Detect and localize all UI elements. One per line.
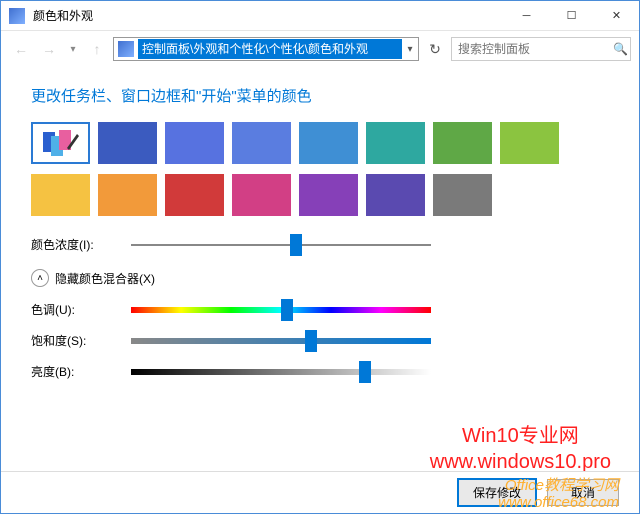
- color-swatch[interactable]: [299, 174, 358, 216]
- cancel-button[interactable]: 取消: [547, 479, 619, 506]
- hue-slider[interactable]: [131, 303, 431, 317]
- address-icon: [118, 41, 134, 57]
- hue-thumb[interactable]: [281, 299, 293, 321]
- intensity-slider[interactable]: [131, 238, 431, 252]
- search-icon: 🔍: [613, 42, 628, 56]
- brightness-label: 亮度(B):: [31, 363, 131, 380]
- search-input[interactable]: [458, 42, 613, 56]
- footer: 保存修改 取消 Office教程学习网 www.office68.com: [1, 471, 639, 513]
- color-swatch[interactable]: [366, 122, 425, 164]
- intensity-thumb[interactable]: [290, 234, 302, 256]
- close-button[interactable]: ✕: [594, 1, 639, 30]
- color-swatch[interactable]: [500, 122, 559, 164]
- intensity-label: 颜色浓度(I):: [31, 236, 131, 253]
- save-button[interactable]: 保存修改: [457, 478, 537, 507]
- color-row-1: [31, 122, 609, 164]
- color-swatch[interactable]: [433, 174, 492, 216]
- up-button[interactable]: ↑: [85, 37, 109, 61]
- titlebar: 颜色和外观 ─ ☐ ✕: [1, 1, 639, 31]
- refresh-button[interactable]: ↻: [423, 37, 447, 61]
- color-swatch[interactable]: [366, 174, 425, 216]
- color-swatch[interactable]: [98, 174, 157, 216]
- color-swatch[interactable]: [165, 122, 224, 164]
- brightness-thumb[interactable]: [359, 361, 371, 383]
- color-swatch-auto[interactable]: [31, 122, 90, 164]
- history-dropdown[interactable]: ▾: [65, 44, 81, 55]
- address-text[interactable]: 控制面板\外观和个性化\个性化\颜色和外观: [138, 39, 402, 59]
- page-heading: 更改任务栏、窗口边框和"开始"菜单的颜色: [31, 85, 609, 106]
- saturation-label: 饱和度(S):: [31, 332, 131, 349]
- color-swatch[interactable]: [232, 122, 291, 164]
- address-dropdown-icon[interactable]: ▾: [402, 44, 418, 55]
- brightness-slider[interactable]: [131, 365, 431, 379]
- back-button[interactable]: ←: [9, 37, 33, 61]
- maximize-button[interactable]: ☐: [549, 1, 594, 30]
- minimize-button[interactable]: ─: [504, 1, 549, 30]
- nav-toolbar: ← → ▾ ↑ 控制面板\外观和个性化\个性化\颜色和外观 ▾ ↻ 🔍: [1, 31, 639, 67]
- color-swatch[interactable]: [165, 174, 224, 216]
- address-bar[interactable]: 控制面板\外观和个性化\个性化\颜色和外观 ▾: [113, 37, 419, 61]
- color-swatch[interactable]: [98, 122, 157, 164]
- mixer-toggle[interactable]: ˄ 隐藏颜色混合器(X): [31, 269, 609, 287]
- forward-button[interactable]: →: [37, 37, 61, 61]
- app-icon: [9, 8, 25, 24]
- watermark-red: Win10专业网 www.windows10.pro: [430, 423, 611, 471]
- color-swatch[interactable]: [232, 174, 291, 216]
- chevron-up-icon: ˄: [31, 269, 49, 287]
- color-swatch[interactable]: [299, 122, 358, 164]
- saturation-thumb[interactable]: [305, 330, 317, 352]
- content-area: 更改任务栏、窗口边框和"开始"菜单的颜色 颜色浓度(I):: [1, 67, 639, 471]
- saturation-slider[interactable]: [131, 334, 431, 348]
- color-row-2: [31, 174, 609, 216]
- color-swatch[interactable]: [31, 174, 90, 216]
- window-title: 颜色和外观: [33, 7, 504, 24]
- search-box[interactable]: 🔍: [451, 37, 631, 61]
- hue-label: 色调(U):: [31, 301, 131, 318]
- color-swatch[interactable]: [433, 122, 492, 164]
- mixer-toggle-label: 隐藏颜色混合器(X): [55, 270, 155, 287]
